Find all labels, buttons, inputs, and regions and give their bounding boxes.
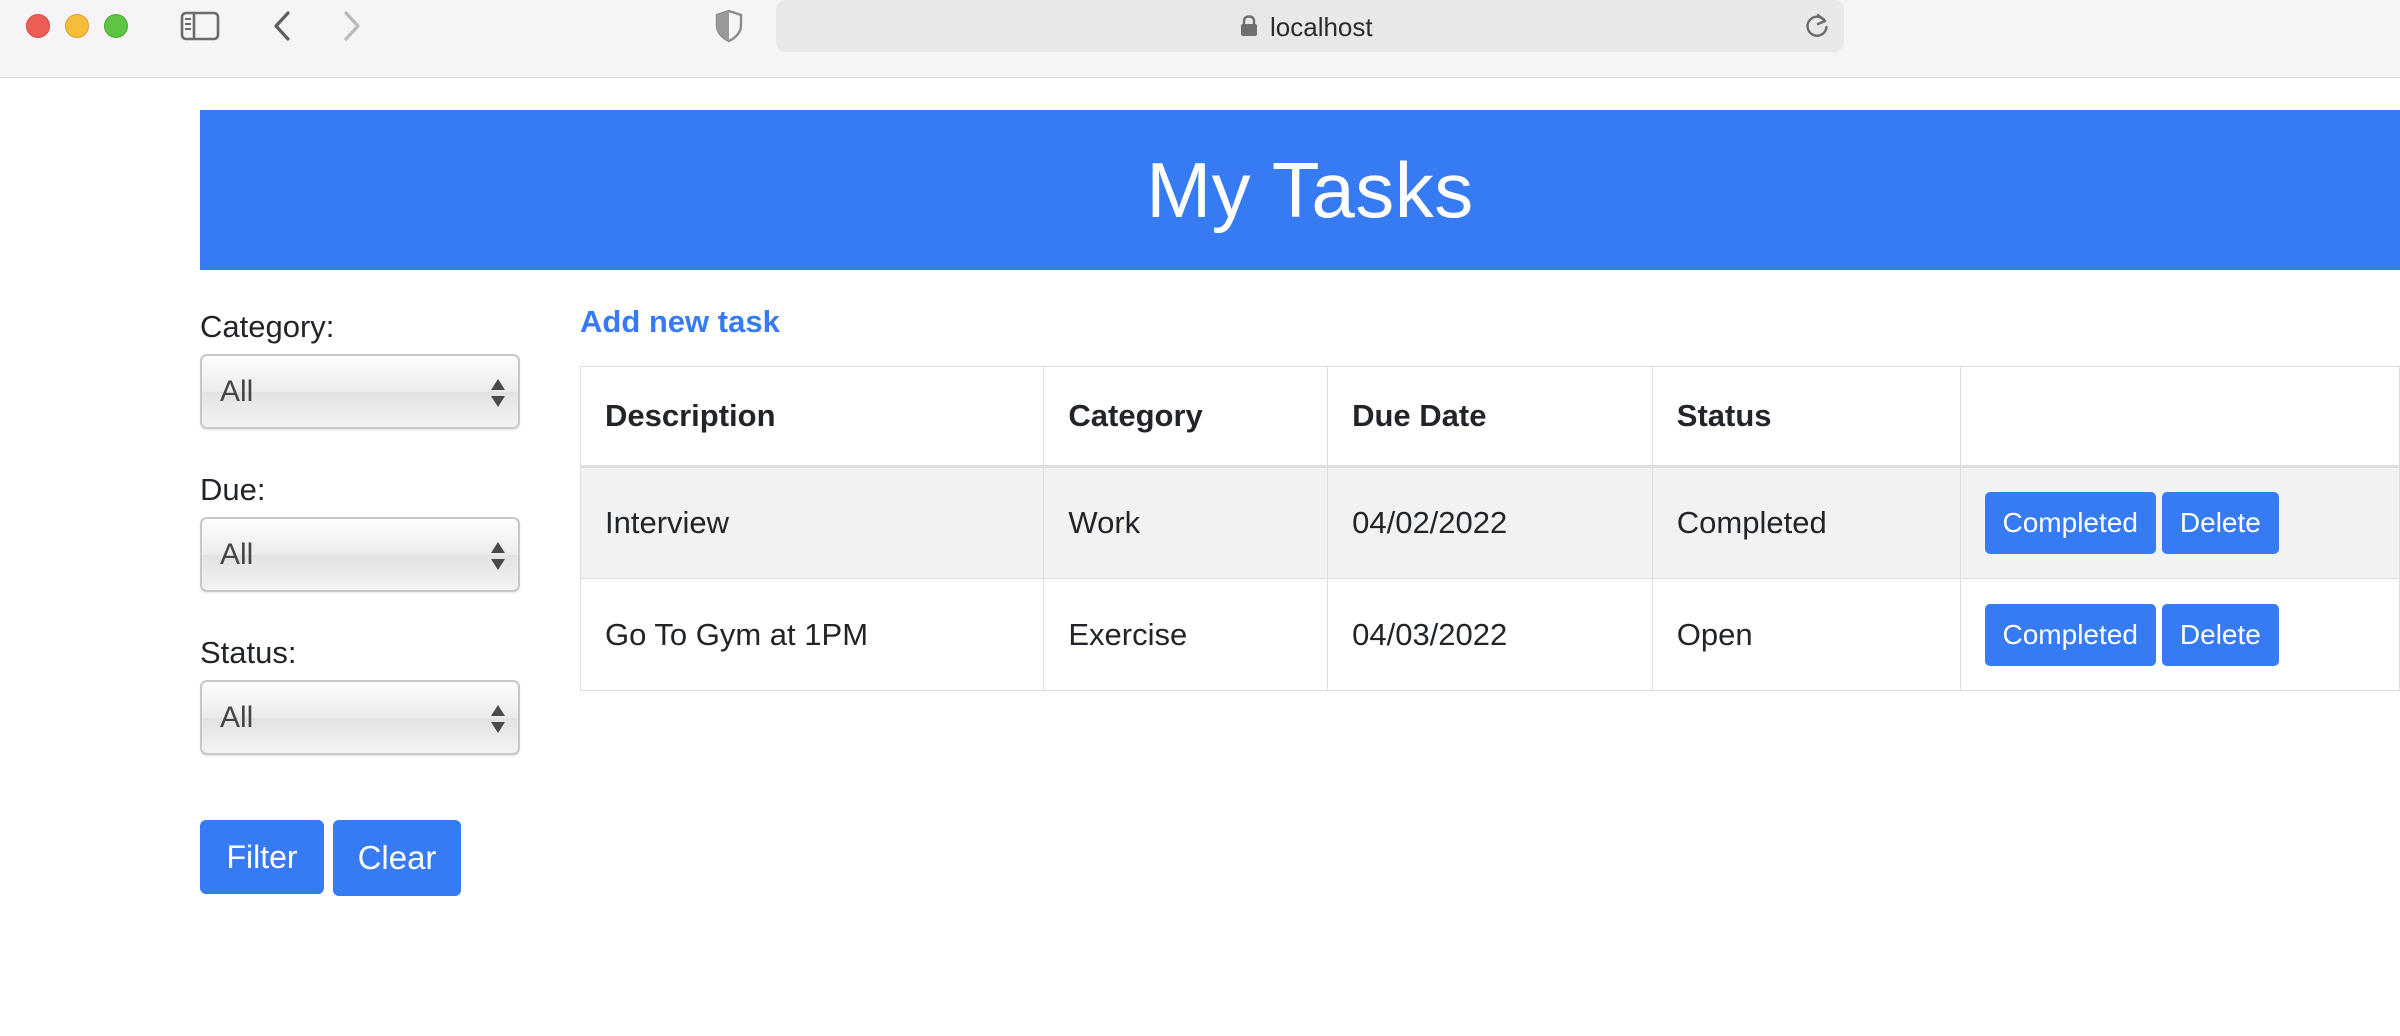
task-due-date: 04/02/2022: [1327, 466, 1653, 579]
updown-arrows-icon: [490, 539, 506, 578]
page-header-banner: My Tasks: [200, 110, 2400, 270]
delete-task-button[interactable]: Delete: [2161, 603, 2279, 666]
task-status: Completed: [1651, 466, 1961, 579]
mark-completed-button[interactable]: Completed: [1984, 603, 2156, 666]
category-filter-label: Category:: [200, 309, 335, 344]
task-status: Open: [1651, 578, 1961, 691]
sidebar-toggle-icon[interactable]: [178, 6, 222, 46]
column-header-category: Category: [1043, 366, 1329, 468]
column-header-actions: [1959, 366, 2400, 468]
mark-completed-button[interactable]: Completed: [1984, 492, 2156, 554]
column-header-due-date: Due Date: [1327, 366, 1653, 468]
task-category: Exercise: [1043, 578, 1329, 691]
updown-arrows-icon: [490, 702, 506, 741]
table-row: Interview Work 04/02/2022 Completed Comp…: [579, 466, 2400, 579]
status-filter-label: Status:: [200, 635, 297, 670]
due-filter: Due: All: [200, 463, 530, 592]
task-description: Go To Gym at 1PM: [579, 578, 1045, 691]
table-header-row: Description Category Due Date Status: [579, 366, 2400, 468]
updown-arrows-icon: [490, 376, 506, 415]
due-filter-label: Due:: [200, 472, 266, 507]
zoom-window-button[interactable]: [104, 14, 128, 38]
task-category: Work: [1043, 466, 1329, 579]
page-title: My Tasks: [1146, 146, 1474, 234]
task-due-date: 04/03/2022: [1327, 578, 1653, 691]
due-select[interactable]: All: [200, 517, 520, 592]
category-select[interactable]: All: [200, 354, 520, 429]
address-bar[interactable]: localhost: [776, 0, 1844, 52]
shield-icon[interactable]: [712, 6, 746, 46]
status-select[interactable]: All: [200, 680, 520, 755]
reload-icon[interactable]: [1804, 12, 1830, 45]
column-header-status: Status: [1651, 366, 1961, 468]
lock-icon: [1240, 15, 1258, 42]
task-actions: Completed Delete: [1959, 578, 2400, 691]
delete-task-button[interactable]: Delete: [2161, 492, 2279, 554]
column-header-description: Description: [579, 366, 1045, 468]
browser-toolbar: localhost: [0, 0, 2400, 78]
forward-icon[interactable]: [336, 6, 368, 46]
category-filter: Category: All: [200, 300, 530, 429]
close-window-button[interactable]: [26, 14, 50, 38]
status-filter: Status: All: [200, 626, 530, 755]
minimize-window-button[interactable]: [65, 14, 89, 38]
category-select-value: All: [220, 375, 254, 408]
task-description: Interview: [579, 466, 1045, 579]
task-table: Description Category Due Date Status Int…: [579, 366, 2400, 691]
clear-button[interactable]: Clear: [333, 820, 461, 896]
due-select-value: All: [220, 538, 254, 571]
filter-panel: Category: All Due: All Status: All: [200, 300, 530, 789]
add-new-task-link[interactable]: Add new task: [580, 304, 780, 340]
task-actions: Completed Delete: [1959, 466, 2400, 579]
url-text: localhost: [1270, 12, 1373, 42]
status-select-value: All: [220, 701, 254, 734]
filter-button[interactable]: Filter: [200, 820, 324, 894]
table-row: Go To Gym at 1PM Exercise 04/03/2022 Ope…: [579, 578, 2400, 691]
back-icon[interactable]: [266, 6, 298, 46]
